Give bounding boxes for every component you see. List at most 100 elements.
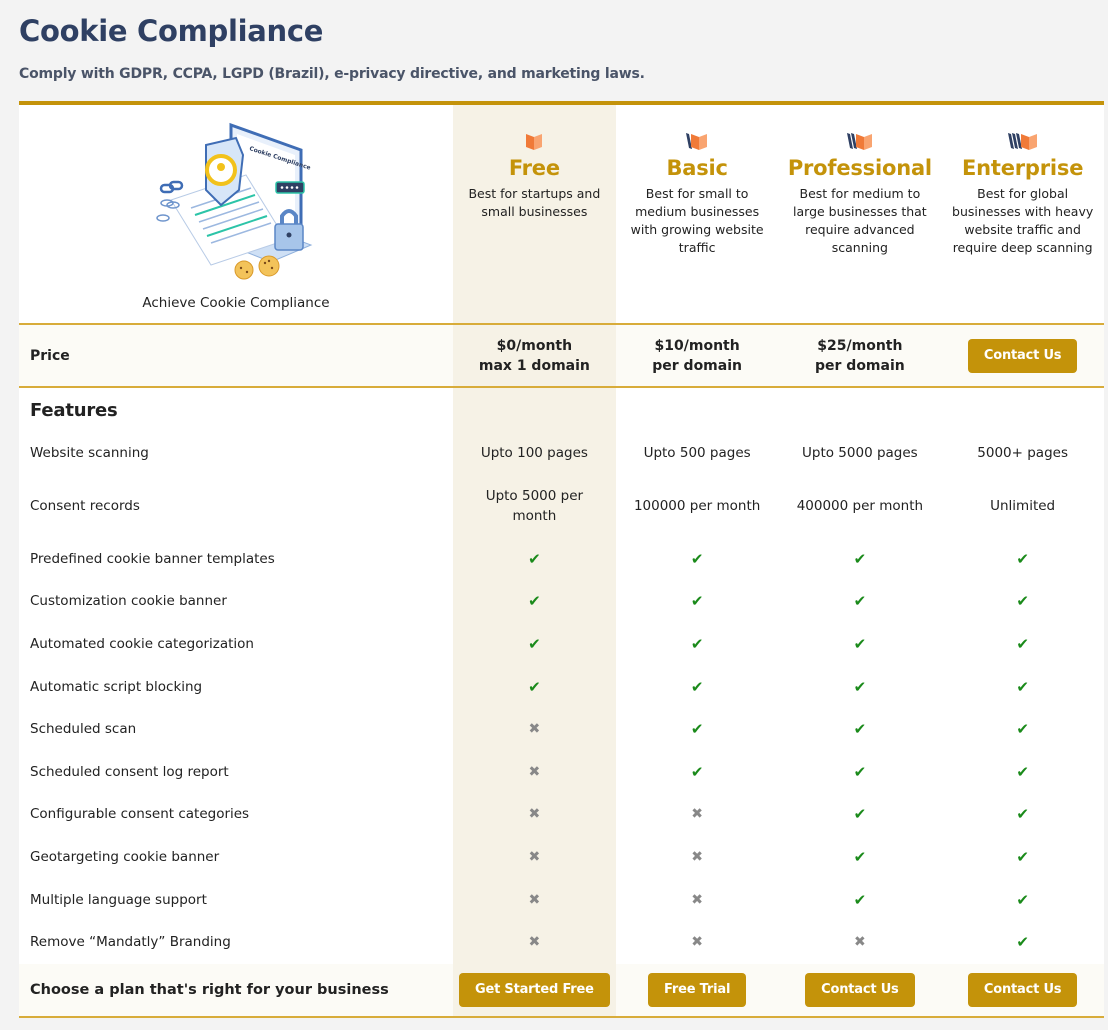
column-spacer xyxy=(779,388,942,432)
features-title: Features xyxy=(30,399,118,421)
column-spacer xyxy=(616,388,779,432)
feature-value: Upto 5000 per month xyxy=(485,488,584,525)
cross-icon: ✖ xyxy=(528,934,541,951)
hero-caption: Achieve Cookie Compliance xyxy=(142,295,330,311)
get-started-free-button[interactable]: Get Started Free xyxy=(459,972,610,1007)
feature-label: Automatic script blocking xyxy=(30,678,203,695)
check-icon: ✔ xyxy=(853,720,867,739)
feature-value: 100000 per month xyxy=(633,498,761,515)
feature-label: Remove “Mandatly” Branding xyxy=(30,934,231,951)
page-subtitle: Comply with GDPR, CCPA, LGPD (Brazil), e… xyxy=(19,66,645,82)
check-icon: ✔ xyxy=(690,720,704,739)
check-icon: ✔ xyxy=(853,677,867,696)
plan-header-enterprise: Enterprise Best for global businesses wi… xyxy=(941,105,1104,323)
cross-icon: ✖ xyxy=(691,849,703,866)
check-icon: ✔ xyxy=(690,762,704,781)
feature-label: Customization cookie banner xyxy=(30,593,227,610)
check-icon: ✔ xyxy=(528,592,541,611)
cross-icon: ✖ xyxy=(691,891,703,908)
check-icon: ✔ xyxy=(690,549,704,568)
check-icon: ✔ xyxy=(690,677,704,696)
feature-value-cell: 100000 per month xyxy=(616,475,779,538)
feature-label: Consent records xyxy=(30,498,140,515)
check-icon: ✔ xyxy=(853,762,867,781)
check-icon: ✔ xyxy=(528,549,541,568)
cta-free: Get Started Free xyxy=(453,963,616,1016)
check-icon: ✔ xyxy=(690,635,704,654)
check-icon: ✔ xyxy=(1016,677,1029,696)
feature-row: Customization cookie banner ✔ ✔ ✔ ✔ xyxy=(19,580,1104,623)
cross-icon: ✖ xyxy=(691,934,703,951)
feature-value-cell: ✔ xyxy=(941,751,1104,794)
check-icon: ✔ xyxy=(1016,635,1029,654)
feature-label: Geotargeting cookie banner xyxy=(30,849,220,866)
feature-value-cell: ✔ xyxy=(616,580,779,623)
professional-contact-us-button[interactable]: Contact Us xyxy=(805,972,915,1007)
feature-row: Scheduled consent log report ✖ ✔ ✔ ✔ xyxy=(19,750,1104,794)
check-icon: ✔ xyxy=(1016,805,1029,824)
plan-name: Free xyxy=(508,156,560,180)
feature-value-cell: ✖ xyxy=(453,793,616,836)
pricing-table: Cookie Compliance Achieve Cookie Complia… xyxy=(19,101,1104,1018)
cookie-compliance-illustration: Cookie Compliance xyxy=(156,122,313,280)
feature-value-cell: ✔ xyxy=(453,580,616,623)
enterprise-contact-us-button[interactable]: Contact Us xyxy=(967,338,1078,373)
plan-description: Best for medium to large businesses that… xyxy=(793,186,927,255)
cross-icon: ✖ xyxy=(854,934,866,951)
check-icon: ✔ xyxy=(1016,720,1029,739)
page-title: Cookie Compliance xyxy=(19,14,324,48)
check-icon: ✔ xyxy=(853,549,867,568)
feature-value-cell: ✖ xyxy=(616,921,779,964)
feature-row: Consent records Upto 5000 per month 100000… xyxy=(19,474,1104,538)
price-professional: $25/month per domain xyxy=(779,325,942,386)
feature-value: 400000 per month xyxy=(796,498,924,515)
enterprise-contact-us-cta-button[interactable]: Contact Us xyxy=(967,972,1078,1007)
feature-value-cell: ✔ xyxy=(941,623,1104,666)
hero-cell: Cookie Compliance Achieve Cookie Complia… xyxy=(19,105,453,323)
price-amount: $10/month xyxy=(654,337,740,354)
feature-value-cell: Upto 500 pages xyxy=(616,432,779,475)
plan-description: Best for small to medium businesses with… xyxy=(630,186,764,255)
feature-label: Multiple language support xyxy=(30,891,207,908)
features-heading-row: Features xyxy=(19,388,1104,432)
feature-value-cell: ✔ xyxy=(779,836,942,879)
cta-professional: Contact Us xyxy=(779,964,942,1016)
feature-value-cell: Upto 100 pages xyxy=(453,432,616,475)
price-label: Price xyxy=(30,347,70,364)
feature-value-cell: ✔ xyxy=(616,751,779,794)
check-icon: ✔ xyxy=(853,592,867,611)
price-amount: $0/month xyxy=(496,337,573,354)
plan-name: Professional xyxy=(787,156,932,180)
feature-value-cell: ✔ xyxy=(941,878,1104,921)
feature-row: Remove “Mandatly” Branding ✖ ✖ ✖ ✔ xyxy=(19,920,1104,964)
check-icon: ✔ xyxy=(1016,549,1029,568)
feature-value-cell: ✔ xyxy=(941,665,1104,708)
feature-label: Configurable consent categories xyxy=(30,806,250,823)
books-icon xyxy=(846,133,872,150)
cross-icon: ✖ xyxy=(528,763,541,780)
feature-value-cell: ✔ xyxy=(779,878,942,921)
feature-value-cell: ✔ xyxy=(941,793,1104,836)
price-basic: $10/month per domain xyxy=(616,325,779,386)
feature-value-cell: ✔ xyxy=(779,708,942,751)
feature-label: Predefined cookie banner templates xyxy=(30,550,275,567)
price-unit: max 1 domain xyxy=(478,357,590,374)
feature-value-cell: Upto 5000 per month xyxy=(453,474,616,538)
free-trial-button[interactable]: Free Trial xyxy=(648,972,747,1007)
check-icon: ✔ xyxy=(1016,762,1029,781)
cta-basic: Free Trial xyxy=(616,964,779,1016)
check-icon: ✔ xyxy=(1016,592,1029,611)
feature-value: Unlimited xyxy=(990,498,1056,515)
check-icon: ✔ xyxy=(1016,848,1029,867)
feature-value-cell: ✖ xyxy=(779,921,942,964)
cross-icon: ✖ xyxy=(528,721,541,738)
feature-value-cell: ✔ xyxy=(941,580,1104,623)
feature-value-cell: ✖ xyxy=(616,878,779,921)
plan-description: Best for startups and small businesses xyxy=(468,186,601,219)
price-free: $0/month max 1 domain xyxy=(453,325,616,386)
check-icon: ✔ xyxy=(853,848,867,867)
feature-value-cell: ✔ xyxy=(941,708,1104,751)
check-icon: ✔ xyxy=(853,890,867,909)
feature-value-cell: ✔ xyxy=(779,623,942,666)
feature-value-cell: ✔ xyxy=(616,665,779,708)
